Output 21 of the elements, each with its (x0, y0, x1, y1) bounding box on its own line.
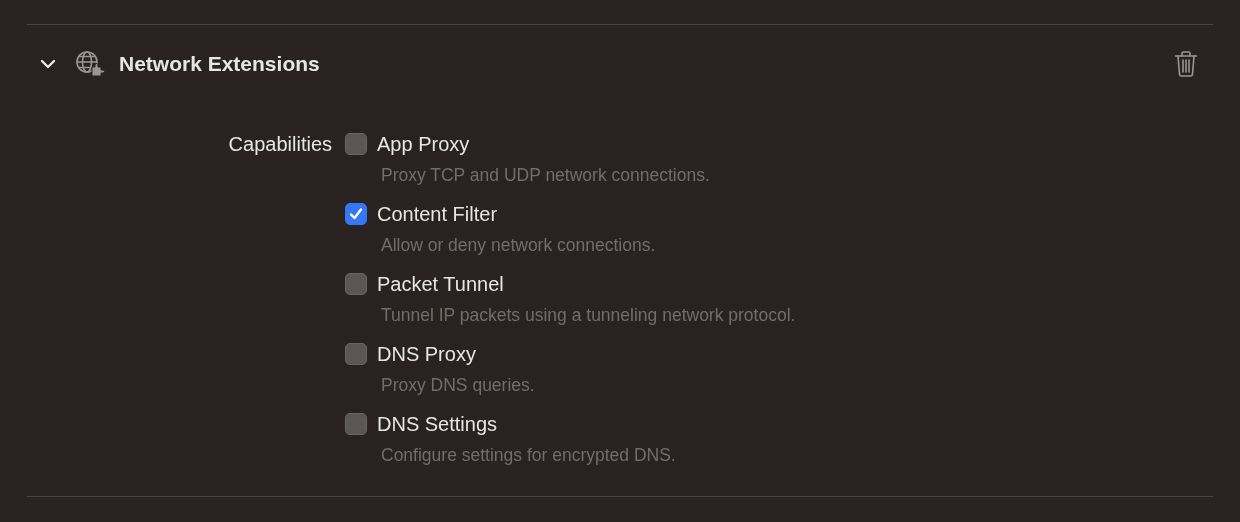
capability-description: Proxy TCP and UDP network connections. (381, 164, 711, 186)
checkbox[interactable] (345, 273, 367, 295)
globe-icon (75, 50, 105, 78)
capability-name: DNS Proxy (377, 342, 476, 366)
capability-name: Packet Tunnel (377, 272, 504, 296)
chevron-icon[interactable] (40, 59, 56, 69)
capability-name: DNS Settings (377, 412, 498, 436)
checkbox[interactable] (345, 413, 367, 435)
trash-icon[interactable] (1174, 51, 1198, 77)
capabilities-label: Capabilities (227, 132, 333, 157)
capability-name: App Proxy (377, 132, 470, 156)
capability-description: Proxy DNS queries. (381, 374, 536, 396)
capability-name: Content Filter (377, 202, 498, 226)
capability-description: Allow or deny network connections. (381, 234, 657, 256)
checkbox[interactable] (345, 203, 367, 225)
checkbox[interactable] (345, 133, 367, 155)
checkbox[interactable] (345, 343, 367, 365)
capability-description: Configure settings for encrypted DNS. (381, 444, 677, 466)
capability-description: Tunnel IP packets using a tunneling network protocol. (381, 304, 796, 326)
section-title: Network Extensions (119, 52, 321, 76)
checkmark-icon (348, 206, 364, 222)
